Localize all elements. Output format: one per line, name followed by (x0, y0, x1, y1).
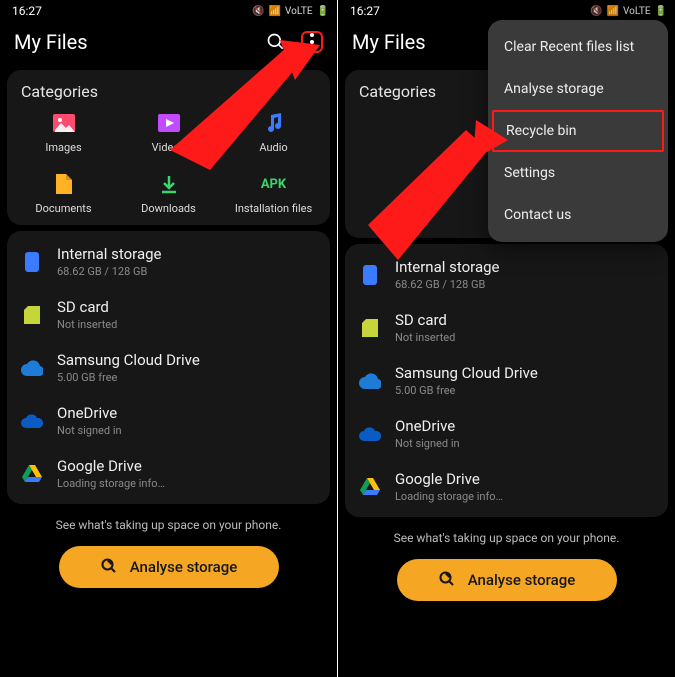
storage-onedrive[interactable]: OneDriveNot signed in (345, 407, 668, 460)
onedrive-icon (359, 423, 381, 445)
clock: 16:27 (346, 4, 590, 18)
phone-right: 16:27 🔇📶VoLTE🔋 My Files Categories Inter… (338, 0, 675, 677)
search-button[interactable] (265, 31, 287, 53)
category-audio[interactable]: Audio (221, 111, 326, 154)
categories-title: Categories (11, 82, 326, 111)
menu-analyse-storage[interactable]: Analyse storage (488, 68, 668, 110)
storage-samsung-cloud[interactable]: Samsung Cloud Drive5.00 GB free (7, 341, 330, 394)
storage-card: Internal storage68.62 GB / 128 GB SD car… (345, 244, 668, 517)
footer-tip: See what's taking up space on your phone… (0, 518, 337, 532)
download-icon (157, 172, 181, 196)
analyse-storage-button[interactable]: Analyse storage (397, 559, 617, 601)
category-images[interactable]: Images (11, 111, 116, 154)
menu-settings[interactable]: Settings (488, 152, 668, 194)
category-downloads[interactable]: Downloads (116, 172, 221, 215)
analyse-storage-button[interactable]: Analyse storage (59, 546, 279, 588)
footer-tip: See what's taking up space on your phone… (338, 531, 675, 545)
phone-icon (21, 251, 43, 273)
google-drive-icon (21, 463, 43, 485)
onedrive-icon (21, 410, 43, 432)
category-documents[interactable]: Documents (11, 172, 116, 215)
status-bar: 16:27 🔇📶VoLTE🔋 (338, 0, 675, 22)
app-header: My Files (0, 22, 337, 64)
analyse-icon (438, 570, 458, 590)
more-button[interactable] (301, 31, 323, 53)
google-drive-icon (359, 476, 381, 498)
storage-samsung-cloud[interactable]: Samsung Cloud Drive5.00 GB free (345, 354, 668, 407)
storage-internal[interactable]: Internal storage68.62 GB / 128 GB (7, 235, 330, 288)
storage-google-drive[interactable]: Google DriveLoading storage info… (7, 447, 330, 500)
status-icons: 🔇📶VoLTE🔋 (252, 6, 329, 17)
samsung-cloud-icon (359, 370, 381, 392)
category-apk[interactable]: APK Installation files (221, 172, 326, 215)
categories-card: Categories Images Videos Audio Documents (7, 70, 330, 225)
apk-icon: APK (262, 172, 286, 196)
image-icon (52, 111, 76, 135)
category-videos[interactable]: Videos (116, 111, 221, 154)
video-icon (157, 111, 181, 135)
overflow-menu: Clear Recent files list Analyse storage … (488, 20, 668, 242)
menu-clear-recent[interactable]: Clear Recent files list (488, 26, 668, 68)
status-icons: 🔇📶VoLTE🔋 (590, 6, 667, 17)
storage-sdcard[interactable]: SD cardNot inserted (345, 301, 668, 354)
clock: 16:27 (8, 4, 252, 18)
storage-card: Internal storage68.62 GB / 128 GB SD car… (7, 231, 330, 504)
phone-icon (359, 264, 381, 286)
phone-left: 16:27 🔇📶VoLTE🔋 My Files Categories (0, 0, 337, 677)
menu-contact-us[interactable]: Contact us (488, 194, 668, 236)
storage-sdcard[interactable]: SD cardNot inserted (7, 288, 330, 341)
document-icon (52, 172, 76, 196)
menu-recycle-bin[interactable]: Recycle bin (492, 110, 664, 152)
sdcard-icon (21, 304, 43, 326)
analyse-icon (100, 557, 120, 577)
sdcard-icon (359, 317, 381, 339)
status-bar: 16:27 🔇📶VoLTE🔋 (0, 0, 337, 22)
audio-icon (262, 111, 286, 135)
storage-onedrive[interactable]: OneDriveNot signed in (7, 394, 330, 447)
storage-google-drive[interactable]: Google DriveLoading storage info… (345, 460, 668, 513)
samsung-cloud-icon (21, 357, 43, 379)
page-title: My Files (14, 30, 265, 54)
storage-internal[interactable]: Internal storage68.62 GB / 128 GB (345, 248, 668, 301)
